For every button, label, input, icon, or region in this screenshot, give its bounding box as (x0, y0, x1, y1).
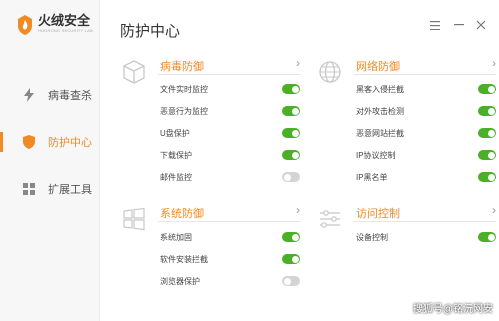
toggle-knob (291, 255, 299, 263)
chevron-right-icon[interactable]: › (296, 203, 300, 217)
card-title: 病毒防御 (160, 61, 204, 73)
setting-row: 系统加固 (160, 230, 300, 244)
toggle-knob (487, 129, 495, 137)
sidebar-item-protection-center[interactable]: 防护中心 (0, 127, 100, 157)
divider (158, 74, 300, 75)
setting-label: 对外攻击检测 (356, 106, 404, 116)
toggle-knob (487, 233, 495, 241)
toggle-switch[interactable] (478, 128, 496, 138)
card-virus-defense: 病毒防御 › 文件实时监控 恶意行为监控 U盘保护下载保护邮件监控 (120, 56, 300, 198)
setting-label: 软件安装拦截 (160, 254, 208, 264)
menu-icon[interactable] (428, 18, 442, 32)
setting-row: 恶意网站拦截 (356, 126, 496, 140)
sidebar-item-label: 防护中心 (48, 137, 92, 149)
flame-logo-icon (18, 15, 32, 35)
toggle-switch[interactable] (282, 84, 300, 94)
toggle-knob (291, 151, 299, 159)
lightning-icon (22, 88, 36, 102)
toggle-switch[interactable] (478, 172, 496, 182)
toggle-knob (291, 107, 299, 115)
divider (354, 74, 496, 75)
setting-label: 恶意行为监控 (160, 106, 208, 116)
setting-row: 对外攻击检测 (356, 104, 496, 118)
card-system-defense: 系统防御 › 系统加固软件安装拦截 浏览器保护 (120, 203, 300, 305)
setting-label: 浏览器保护 (160, 276, 200, 286)
cube-icon (123, 60, 145, 84)
shield-icon (22, 135, 36, 149)
sliders-icon (320, 210, 340, 228)
setting-row: IP黑名单 (356, 170, 496, 184)
setting-row: 文件实时监控 (160, 82, 300, 96)
toggle-knob (487, 107, 495, 115)
toggle-knob (283, 173, 291, 181)
card-title: 网络防御 (356, 61, 400, 73)
toggle-switch[interactable] (282, 106, 300, 116)
setting-row: 恶意行为监控 (160, 104, 300, 118)
setting-row: IP协议控制 (356, 148, 496, 162)
grid-icon (22, 182, 36, 196)
toggle-switch[interactable] (282, 232, 300, 242)
setting-label: 系统加固 (160, 232, 192, 242)
sidebar-item-virus-scan[interactable]: 病毒查杀 (0, 80, 100, 110)
setting-label: 文件实时监控 (160, 84, 208, 94)
app-tagline: HUORONG SECURITY LAB (38, 28, 93, 33)
toggle-knob (487, 173, 495, 181)
card-title: 访问控制 (356, 208, 400, 220)
app-logo: 火绒安全 HUORONG SECURITY LAB (16, 14, 93, 36)
toggle-knob (283, 277, 291, 285)
setting-row: 邮件监控 (160, 170, 300, 184)
globe-icon (319, 61, 341, 83)
sidebar: 火绒安全 HUORONG SECURITY LAB 病毒查杀 防护中心 扩展工具 (0, 0, 100, 321)
sidebar-item-label: 病毒查杀 (48, 90, 92, 102)
setting-label: IP协议控制 (356, 150, 396, 160)
toggle-switch[interactable] (282, 150, 300, 160)
toggle-switch[interactable] (282, 276, 300, 286)
chevron-right-icon[interactable]: › (492, 56, 496, 70)
card-title: 系统防御 (160, 208, 204, 220)
setting-label: 黑客入侵拦截 (356, 84, 404, 94)
setting-label: 邮件监控 (160, 172, 192, 182)
setting-label: U盘保护 (160, 128, 190, 138)
page-title: 防护中心 (120, 23, 181, 40)
setting-row: 黑客入侵拦截 (356, 82, 496, 96)
close-icon[interactable] (474, 18, 488, 32)
toggle-switch[interactable] (478, 150, 496, 160)
minimize-icon[interactable] (452, 18, 466, 32)
divider (158, 221, 300, 222)
chevron-right-icon[interactable]: › (296, 56, 300, 70)
setting-label: 下载保护 (160, 150, 192, 160)
toggle-switch[interactable] (282, 172, 300, 182)
toggle-knob (487, 151, 495, 159)
setting-row: 下载保护 (160, 148, 300, 162)
toggle-switch[interactable] (282, 128, 300, 138)
sidebar-item-label: 扩展工具 (48, 184, 92, 196)
toggle-knob (291, 233, 299, 241)
windows-icon (123, 207, 145, 231)
app-name: 火绒安全 (38, 13, 91, 28)
setting-label: 恶意网站拦截 (356, 128, 404, 138)
chevron-right-icon[interactable]: › (492, 203, 496, 217)
card-network-defense: 网络防御 › 黑客入侵拦截 对外攻击检测 恶意网站拦截 IP协议控制 IP黑名单 (316, 56, 496, 198)
setting-row: U盘保护 (160, 126, 300, 140)
watermark: 搜狐号@铭沅网安 (412, 304, 493, 315)
setting-label: IP黑名单 (356, 172, 388, 182)
setting-row: 设备控制 (356, 230, 496, 244)
toggle-knob (291, 129, 299, 137)
toggle-knob (291, 85, 299, 93)
divider (354, 221, 496, 222)
toggle-knob (487, 85, 495, 93)
toggle-switch[interactable] (478, 84, 496, 94)
sidebar-item-extension-tools[interactable]: 扩展工具 (0, 174, 100, 204)
setting-label: 设备控制 (356, 232, 388, 242)
toggle-switch[interactable] (478, 106, 496, 116)
setting-row: 浏览器保护 (160, 274, 300, 288)
setting-row: 软件安装拦截 (160, 252, 300, 266)
toggle-switch[interactable] (282, 254, 300, 264)
toggle-switch[interactable] (478, 232, 496, 242)
card-access-control: 访问控制 › 设备控制 (316, 203, 496, 265)
